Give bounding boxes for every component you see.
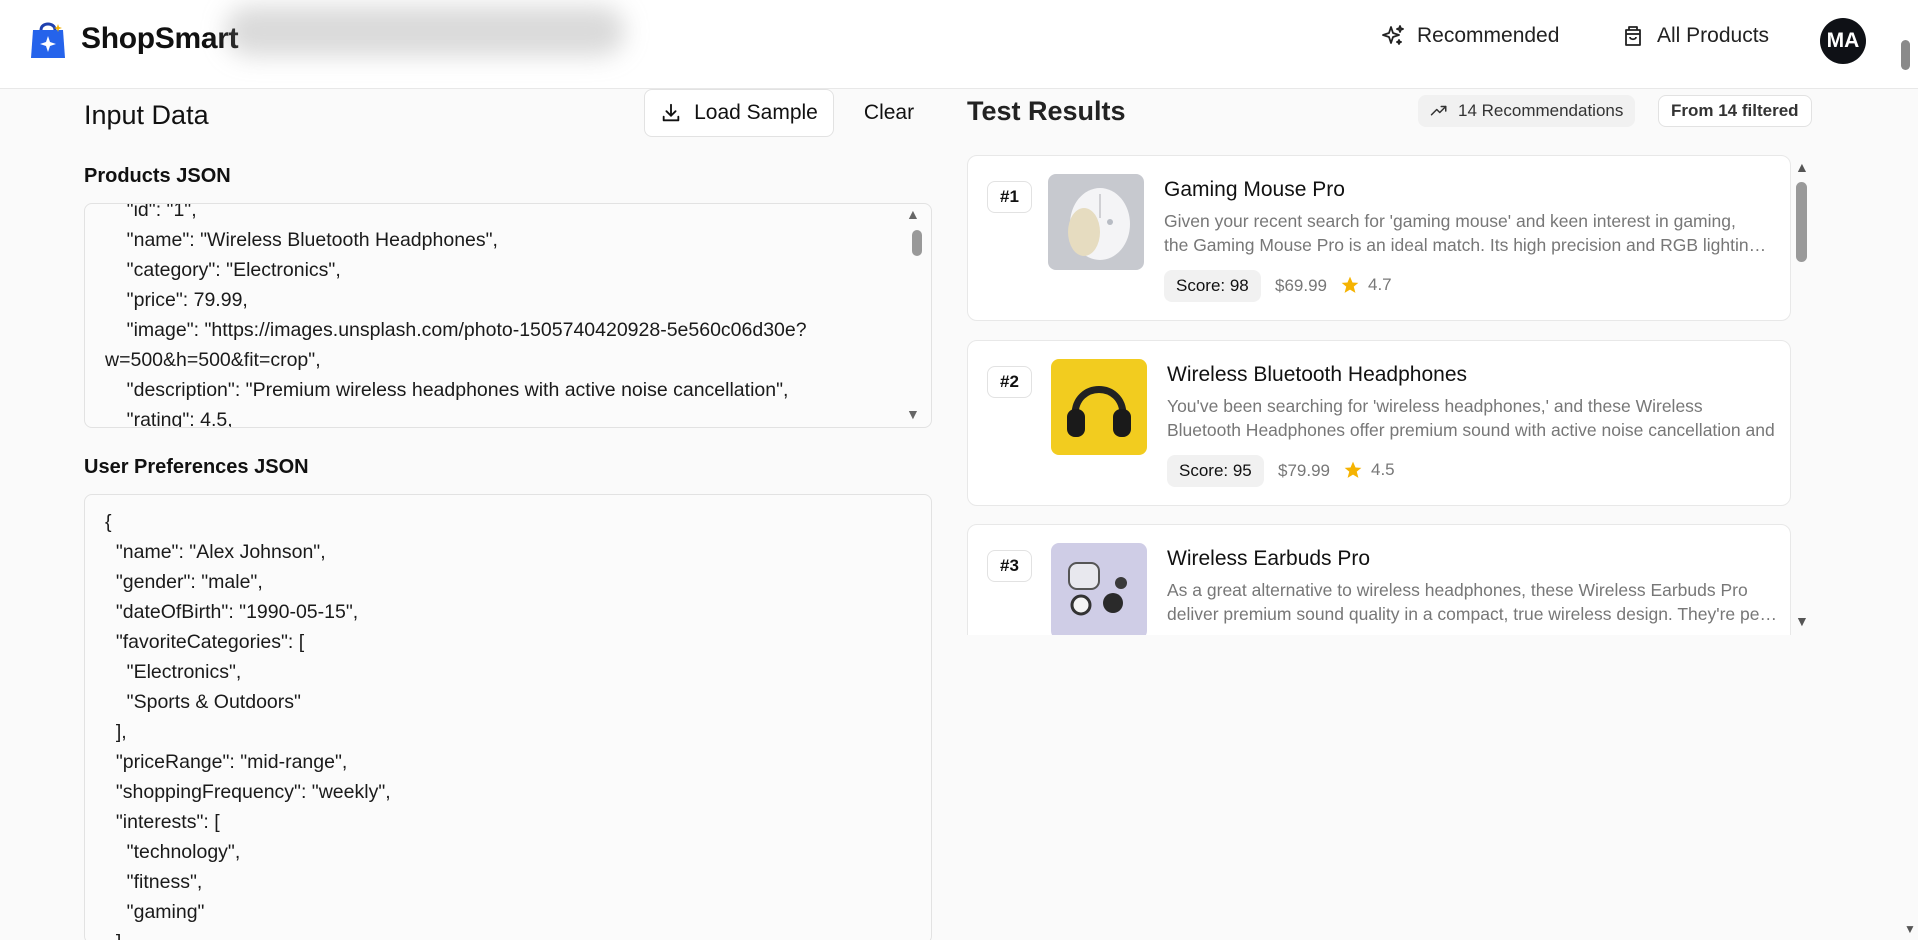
recommendations-count-text: 14 Recommendations xyxy=(1458,101,1624,120)
nav-all-products[interactable]: All Products xyxy=(1621,24,1769,48)
brand[interactable]: ShopSmart xyxy=(29,18,239,60)
filtered-count-badge: From 14 filtered xyxy=(1658,95,1812,127)
product-price: $79.99 xyxy=(1278,461,1330,480)
user-preferences-json-label: User Preferences JSON xyxy=(84,456,309,478)
product-name: Gaming Mouse Pro xyxy=(1164,178,1345,201)
page-scrollbar-thumb[interactable] xyxy=(1901,40,1910,70)
input-data-title: Input Data xyxy=(84,100,209,130)
nav-recommended-label: Recommended xyxy=(1417,24,1560,47)
result-card[interactable]: #3 Wireless Earbuds Pro As a great alter… xyxy=(967,524,1791,635)
shopping-bag-icon xyxy=(1625,26,1641,46)
star-icon xyxy=(1344,461,1362,478)
nav-all-products-label: All Products xyxy=(1657,24,1770,47)
score-badge: Score: 98 xyxy=(1164,270,1261,302)
headphones-image xyxy=(1051,359,1147,455)
rank-badge: #1 xyxy=(987,181,1032,213)
products-scroll-down-arrow[interactable]: ▼ xyxy=(906,406,920,422)
product-description-line-2: the Gaming Mouse Pro is an ideal match. … xyxy=(1164,235,1774,255)
rank-badge: #2 xyxy=(987,366,1032,398)
product-thumbnail xyxy=(1051,543,1147,635)
product-rating: 4.5 xyxy=(1343,460,1395,480)
recommendations-count-badge: 14 Recommendations xyxy=(1418,95,1636,127)
page-scroll-down-arrow[interactable]: ▼ xyxy=(1904,922,1916,936)
results-list[interactable]: #1 Gaming Mouse Pro Given your recent se… xyxy=(967,155,1791,635)
products-json-label: Products JSON xyxy=(84,165,231,187)
star-icon xyxy=(1341,276,1359,293)
rating-value: 4.5 xyxy=(1371,460,1395,479)
products-json-content: "id": "1", "name": "Wireless Bluetooth H… xyxy=(105,203,807,428)
nav-recommended[interactable]: Recommended xyxy=(1381,24,1559,48)
trending-up-icon xyxy=(1430,105,1447,116)
product-rating: 4.7 xyxy=(1340,275,1392,295)
product-thumbnail xyxy=(1051,359,1147,455)
product-name: Wireless Bluetooth Headphones xyxy=(1167,363,1468,386)
result-card[interactable]: #2 Wireless Bluetooth Headphones You've … xyxy=(967,340,1791,506)
product-description-line-2: Bluetooth Headphones offer premium sound… xyxy=(1167,420,1775,440)
results-scroll-down-arrow[interactable]: ▼ xyxy=(1795,613,1809,629)
product-description-line-1: Given your recent search for 'gaming mou… xyxy=(1164,211,1736,231)
results-scrollbar-thumb[interactable] xyxy=(1796,182,1807,262)
app-name: ShopSmart xyxy=(81,22,239,55)
result-card[interactable]: #1 Gaming Mouse Pro Given your recent se… xyxy=(967,155,1791,321)
sparkles-icon xyxy=(1382,25,1404,45)
score-badge: Score: 95 xyxy=(1167,455,1264,487)
products-json-textarea[interactable]: "id": "1", "name": "Wireless Bluetooth H… xyxy=(84,203,932,428)
product-name: Wireless Earbuds Pro xyxy=(1167,547,1371,570)
product-thumbnail xyxy=(1048,174,1144,270)
download-icon xyxy=(662,103,680,122)
results-scroll-up-arrow[interactable]: ▲ xyxy=(1795,159,1809,175)
rank-badge: #3 xyxy=(987,550,1032,582)
products-scroll-up-arrow[interactable]: ▲ xyxy=(906,206,920,222)
test-results-title: Test Results xyxy=(967,96,1126,126)
user-preferences-json-textarea[interactable]: { "name": "Alex Johnson", "gender": "mal… xyxy=(84,494,932,940)
blurred-region xyxy=(225,6,625,56)
rating-value: 4.7 xyxy=(1368,275,1392,294)
product-description-line-1: You've been searching for 'wireless head… xyxy=(1167,396,1703,416)
gaming-mouse-image xyxy=(1048,174,1144,270)
shopping-bag-logo-icon xyxy=(31,22,65,58)
user-preferences-json-content: { "name": "Alex Johnson", "gender": "mal… xyxy=(105,511,391,940)
product-description-line-1: As a great alternative to wireless headp… xyxy=(1167,580,1748,600)
clear-button[interactable]: Clear xyxy=(852,89,926,137)
earbuds-image xyxy=(1051,543,1147,635)
load-sample-label: Load Sample xyxy=(694,101,818,124)
user-avatar[interactable]: MA xyxy=(1820,18,1866,64)
load-sample-button[interactable]: Load Sample xyxy=(644,89,834,137)
top-header: ShopSmart Recommended All Products MA xyxy=(0,0,1918,89)
product-description-line-2: deliver premium sound quality in a compa… xyxy=(1167,604,1777,624)
products-scrollbar-thumb[interactable] xyxy=(912,230,922,256)
product-price: $69.99 xyxy=(1275,276,1327,295)
